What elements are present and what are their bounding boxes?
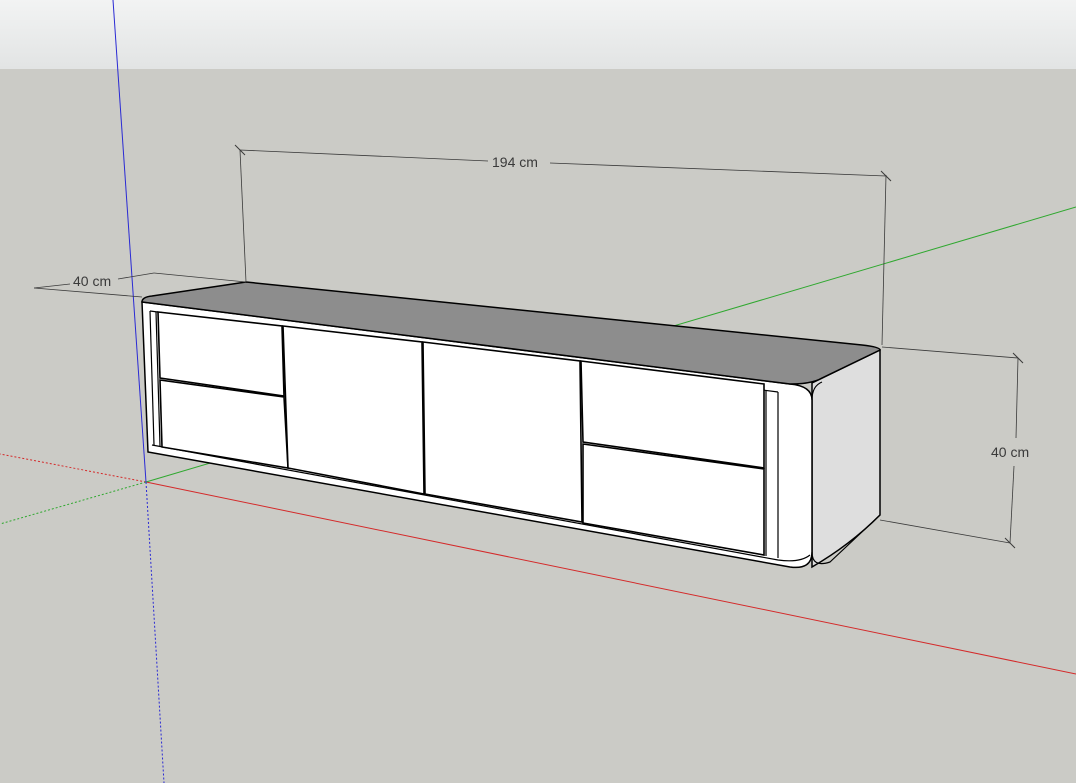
dimension-width-label: 194 cm <box>492 154 538 170</box>
dimension-height-label: 40 cm <box>991 444 1029 460</box>
door-right <box>422 341 583 523</box>
model-viewport[interactable]: 194 cm 40 cm 40 cm <box>0 0 1076 783</box>
dimension-depth-label: 40 cm <box>73 273 111 289</box>
blue-axis-positive <box>112 0 147 483</box>
blue-axis-negative <box>145 481 165 783</box>
red-axis-negative <box>0 453 147 483</box>
green-axis-negative <box>0 481 147 525</box>
cabinet-model[interactable] <box>141 281 881 569</box>
door-left <box>282 325 425 495</box>
dimension-height[interactable]: 40 cm <box>879 346 1029 549</box>
